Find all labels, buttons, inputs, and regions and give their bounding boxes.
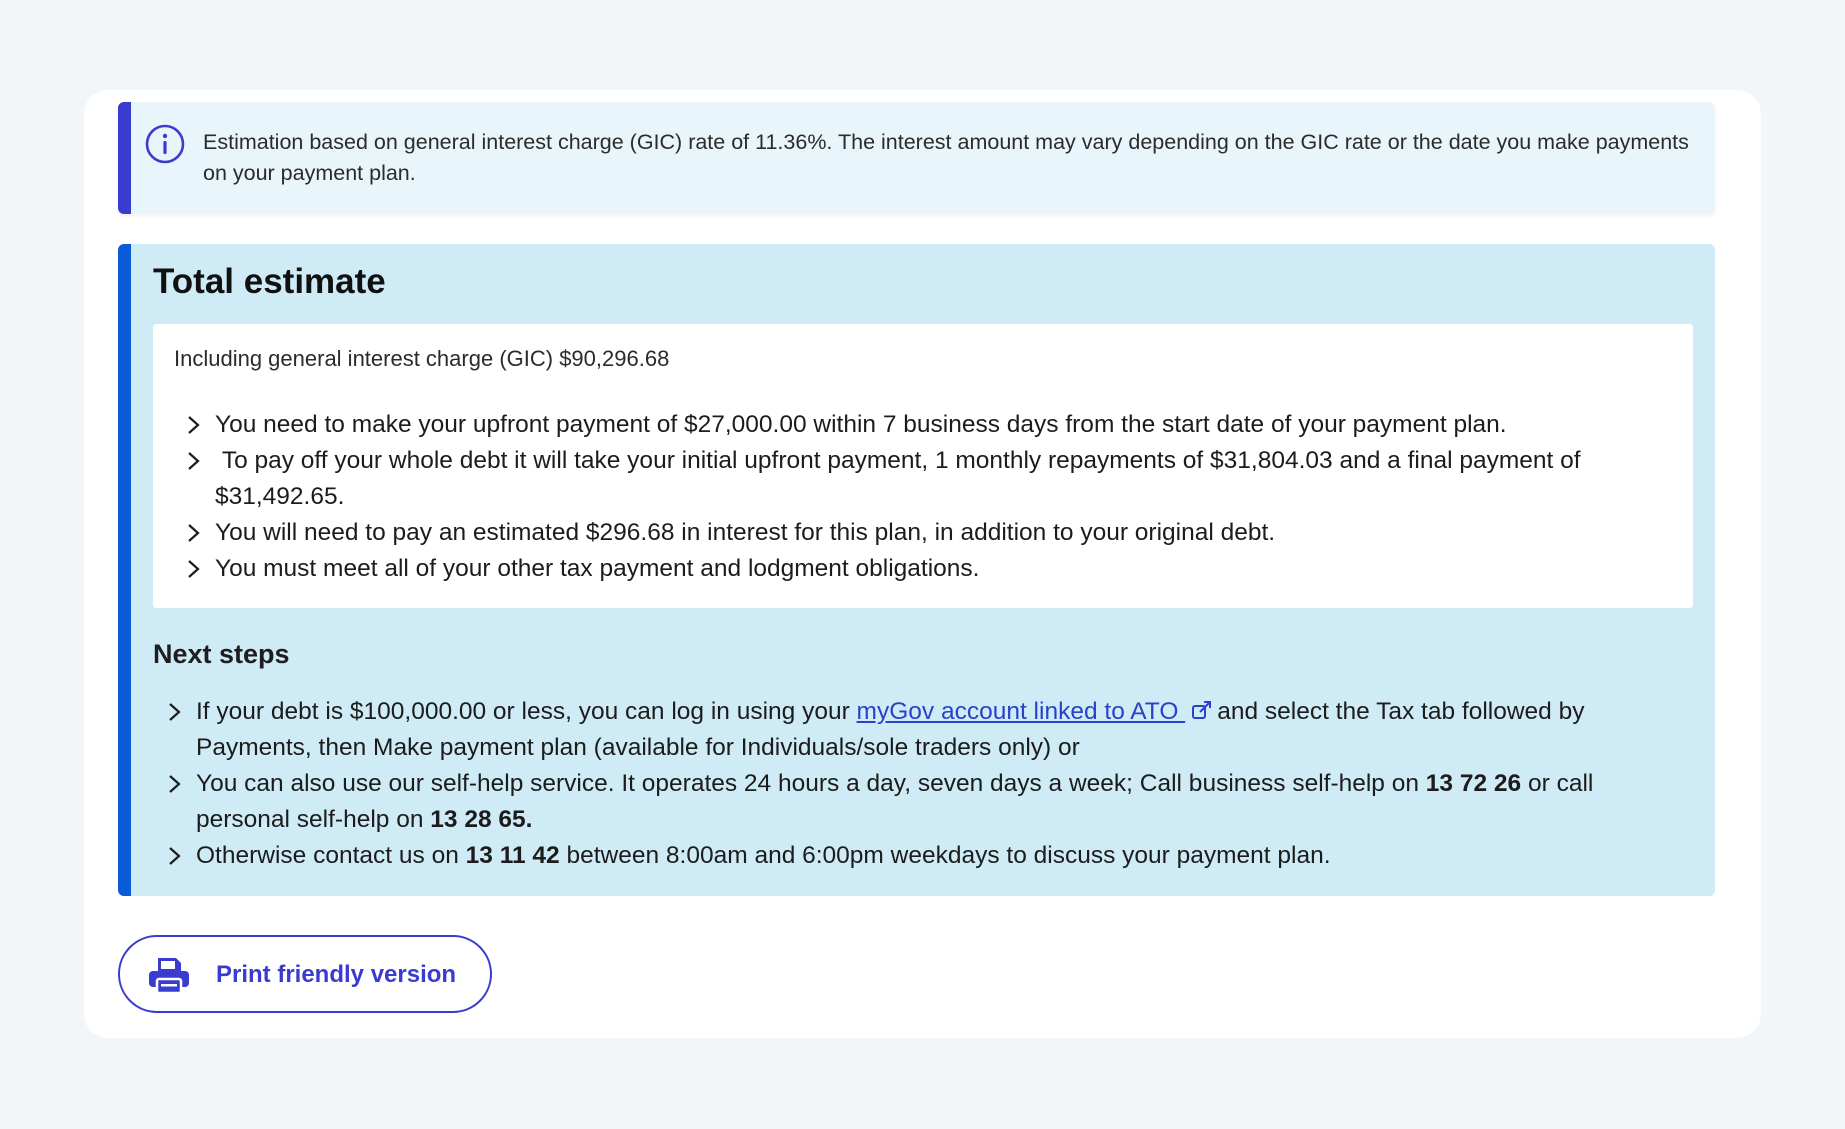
list-item: If your debt is $100,000.00 or less, you… bbox=[166, 694, 1676, 766]
gic-total-text: Including general interest charge (GIC) … bbox=[174, 346, 670, 371]
info-notice: Estimation based on general interest cha… bbox=[118, 102, 1715, 214]
chevron-right-icon bbox=[188, 524, 200, 542]
contact-number: 13 11 42 bbox=[465, 842, 560, 869]
list-item: You must meet all of your other tax paym… bbox=[185, 551, 1680, 587]
chevron-right-icon bbox=[188, 416, 200, 434]
estimate-list: You need to make your upfront payment of… bbox=[185, 407, 1680, 587]
step-text: You can also use our self-help service. … bbox=[196, 770, 1426, 797]
step-text: If your debt is $100,000.00 or less, you… bbox=[196, 698, 857, 725]
print-friendly-button[interactable]: Print friendly version bbox=[118, 935, 492, 1013]
list-item: Otherwise contact us on 13 11 42 between… bbox=[166, 838, 1676, 874]
print-button-label: Print friendly version bbox=[216, 961, 457, 988]
step-text: between 8:00am and 6:00pm weekdays to di… bbox=[559, 842, 1331, 869]
info-notice-text: Estimation based on general interest cha… bbox=[203, 130, 1689, 185]
list-item: You will need to pay an estimated $296.6… bbox=[185, 515, 1680, 551]
external-link-icon[interactable] bbox=[1191, 699, 1213, 721]
chevron-right-icon bbox=[169, 847, 181, 865]
personal-self-help-number: 13 28 65. bbox=[430, 806, 533, 833]
list-item-text: You will need to pay an estimated $296.6… bbox=[215, 519, 1276, 546]
business-self-help-number: 13 72 26 bbox=[1425, 770, 1522, 797]
list-item-text: To pay off your whole debt it will take … bbox=[215, 447, 1588, 510]
total-estimate-heading: Total estimate bbox=[153, 262, 386, 301]
printer-icon bbox=[149, 958, 189, 995]
estimate-details: Including general interest charge (GIC) … bbox=[153, 324, 1693, 608]
chevron-right-icon bbox=[188, 560, 200, 578]
total-estimate-panel: Total estimate Including general interes… bbox=[118, 244, 1715, 896]
chevron-right-icon bbox=[169, 775, 181, 793]
step-text: Otherwise contact us on bbox=[196, 842, 466, 869]
next-steps-heading: Next steps bbox=[153, 639, 290, 669]
list-item-text: You must meet all of your other tax paym… bbox=[215, 555, 980, 582]
chevron-right-icon bbox=[169, 703, 181, 721]
payment-plan-card: Estimation based on general interest cha… bbox=[84, 90, 1761, 1038]
chevron-right-icon bbox=[188, 452, 200, 470]
list-item: You need to make your upfront payment of… bbox=[185, 407, 1680, 443]
mygov-link[interactable]: myGov account linked to ATO bbox=[857, 698, 1186, 725]
list-item-text: You need to make your upfront payment of… bbox=[215, 411, 1507, 438]
next-steps-list: If your debt is $100,000.00 or less, you… bbox=[166, 694, 1676, 874]
list-item: You can also use our self-help service. … bbox=[166, 766, 1676, 838]
info-circle-icon bbox=[145, 124, 185, 164]
list-item: To pay off your whole debt it will take … bbox=[185, 443, 1680, 515]
